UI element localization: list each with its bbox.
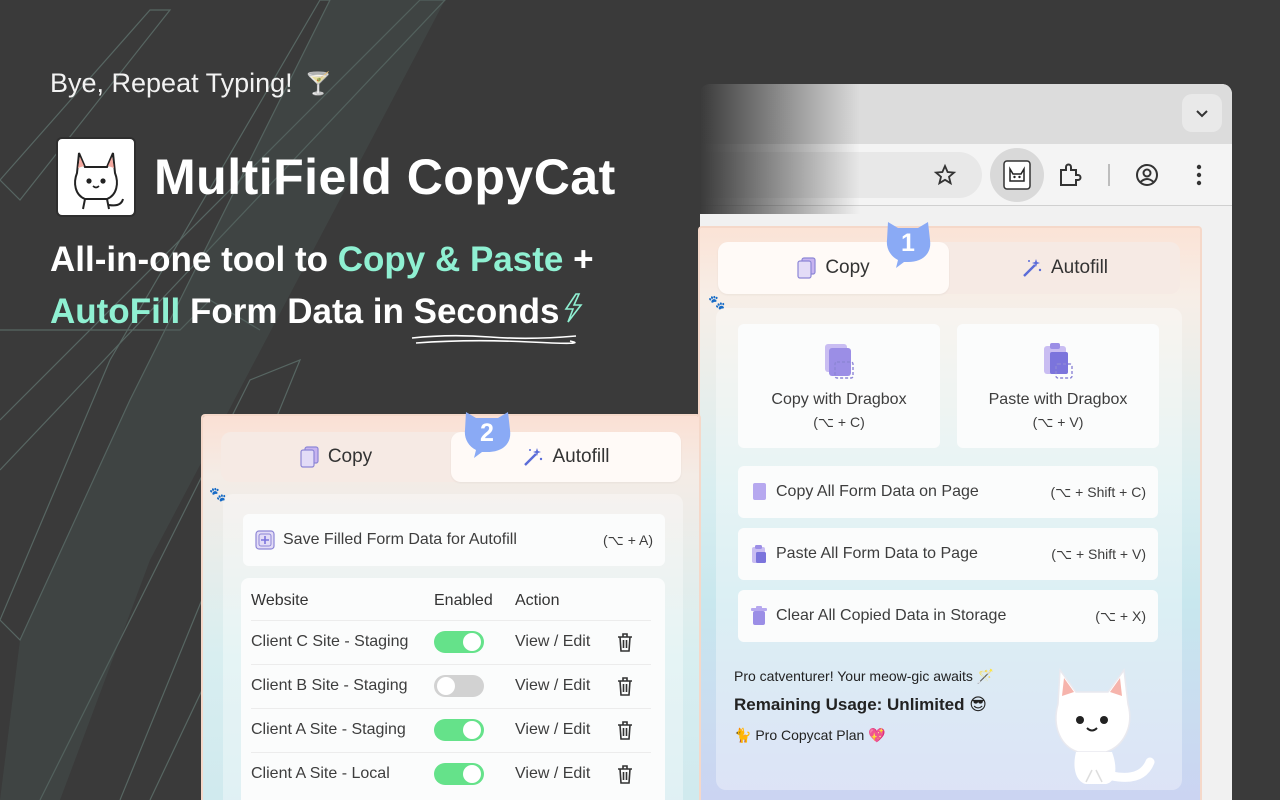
- lightning-icon: [562, 286, 584, 338]
- table-row: Client B Site - Staging View / Edit: [251, 664, 651, 707]
- trash-icon[interactable]: [615, 631, 635, 658]
- kebab-menu-icon[interactable]: [1180, 156, 1218, 194]
- tab-copy-label: Copy: [327, 446, 373, 467]
- table-row: Client A Site - Staging View / Edit: [251, 708, 651, 751]
- clear-storage-shortcut: (⌥ + X): [1095, 607, 1146, 624]
- headline-l2-accent: AutoFill: [50, 292, 181, 331]
- account-icon[interactable]: [1128, 156, 1166, 194]
- autofill-sites-table: Website Enabled Action Client C Site - S…: [241, 578, 665, 800]
- plus-square-icon: [255, 530, 275, 550]
- paste-all-label: Paste All Form Data to Page: [776, 545, 978, 562]
- save-form-data-shortcut: (⌥ + A): [603, 531, 653, 548]
- tab-autofill-label: Autofill: [552, 446, 610, 467]
- enabled-toggle[interactable]: [434, 719, 484, 741]
- copy-all-icon: [753, 483, 766, 500]
- chevron-down-icon[interactable]: [1182, 94, 1222, 132]
- paste-dragbox-button[interactable]: Paste with Dragbox (⌥ + V): [957, 324, 1159, 448]
- paste-all-button[interactable]: Paste All Form Data to Page (⌥ + Shift +…: [738, 528, 1158, 580]
- trash-icon[interactable]: [615, 675, 635, 702]
- copy-popup: Copy Autofill 🐾 Copy with Dragbox (⌥ + C…: [700, 228, 1200, 800]
- copy-all-label: Copy All Form Data on Page: [776, 483, 979, 500]
- tab-autofill-label: Autofill: [1050, 257, 1109, 278]
- table-row: Client C Site - Staging View / Edit: [251, 620, 651, 663]
- copy-dragbox-icon: [821, 342, 857, 387]
- clear-storage-label: Clear All Copied Data in Storage: [776, 607, 1007, 624]
- clear-storage-button[interactable]: Clear All Copied Data in Storage (⌥ + X): [738, 590, 1158, 642]
- tab-autofill[interactable]: Autofill: [949, 242, 1180, 294]
- plan-name: 🐈 Pro Copycat Plan 💖: [734, 727, 886, 743]
- headline-l1-accent: Copy & Paste: [337, 240, 564, 279]
- tab-copy[interactable]: Copy: [221, 432, 451, 482]
- paste-dragbox-shortcut: (⌥ + V): [1032, 414, 1084, 430]
- row-website: Client A Site - Local: [251, 765, 390, 782]
- magic-wand-icon: [524, 448, 543, 466]
- headline: All-in-one tool to Copy & Paste + AutoFi…: [50, 234, 594, 345]
- headline-l1-c: +: [563, 240, 594, 279]
- popup1-tabs: Copy Autofill: [718, 242, 1180, 294]
- copy-icon: [300, 446, 319, 468]
- trash-icon: [751, 606, 767, 625]
- save-form-data-label: Save Filled Form Data for Autofill: [283, 531, 517, 548]
- tab-copy-label: Copy: [825, 257, 870, 278]
- copy-dragbox-label: Copy with Dragbox: [771, 391, 907, 408]
- headline-l1-a: All-in-one tool to: [50, 240, 338, 279]
- tagline-text: Bye, Repeat Typing!: [50, 68, 293, 98]
- table-header: Website Enabled Action: [251, 592, 651, 612]
- brand: MultiField CopyCat: [56, 137, 616, 217]
- scribble-underline-icon: [411, 334, 576, 345]
- row-website: Client A Site - Staging: [251, 721, 406, 738]
- header-enabled: Enabled: [434, 592, 493, 609]
- enabled-toggle[interactable]: [434, 763, 484, 785]
- toolbar-separator: [1108, 164, 1110, 186]
- header-website: Website: [251, 592, 309, 609]
- step-badge-2-number: 2: [480, 418, 494, 447]
- tagline: Bye, Repeat Typing! 🍸: [50, 68, 332, 99]
- extension-cat-icon[interactable]: [990, 148, 1044, 202]
- save-form-data-button[interactable]: Save Filled Form Data for Autofill (⌥ + …: [243, 514, 665, 566]
- popup2-tabs: Copy Autofill: [221, 432, 681, 482]
- copy-dragbox-button[interactable]: Copy with Dragbox (⌥ + C): [738, 324, 940, 448]
- view-edit-link[interactable]: View / Edit: [515, 721, 590, 739]
- enabled-toggle[interactable]: [434, 631, 484, 653]
- paste-all-icon: [752, 545, 766, 563]
- step-badge-2: 2: [458, 404, 516, 460]
- step-badge-1: 1: [880, 214, 936, 270]
- promo-message: Pro catventurer! Your meow-gic awaits 🪄: [734, 668, 995, 684]
- step-badge-1-number: 1: [901, 228, 915, 257]
- magic-wand-icon: [1023, 259, 1042, 277]
- puzzle-icon[interactable]: [1050, 156, 1088, 194]
- paste-dragbox-label: Paste with Dragbox: [988, 391, 1128, 408]
- copy-icon: [797, 257, 816, 279]
- remaining-usage: Remaining Usage: Unlimited 😎: [734, 695, 987, 714]
- copy-all-shortcut: (⌥ + Shift + C): [1050, 483, 1147, 500]
- enabled-toggle[interactable]: [434, 675, 484, 697]
- autofill-popup: Copy Autofill 🐾 Save Filled Form Data fo…: [203, 416, 699, 800]
- copy-all-button[interactable]: Copy All Form Data on Page (⌥ + Shift + …: [738, 466, 1158, 518]
- view-edit-link[interactable]: View / Edit: [515, 765, 590, 783]
- table-row: Client A Site - Local View / Edit: [251, 752, 651, 795]
- headline-l2-underlined: Seconds: [413, 292, 560, 331]
- cheers-emoji: 🍸: [304, 70, 333, 96]
- cat-logo-icon: [56, 137, 136, 217]
- brand-name: MultiField CopyCat: [154, 149, 616, 205]
- cat-mascot-icon: [1055, 667, 1155, 784]
- trash-icon[interactable]: [615, 719, 635, 746]
- headline-l2-b: Form Data in: [180, 292, 414, 331]
- row-website: Client C Site - Staging: [251, 633, 409, 650]
- trash-icon[interactable]: [615, 763, 635, 790]
- paste-all-shortcut: (⌥ + Shift + V): [1051, 545, 1146, 562]
- view-edit-link[interactable]: View / Edit: [515, 633, 590, 651]
- row-website: Client B Site - Staging: [251, 677, 408, 694]
- view-edit-link[interactable]: View / Edit: [515, 677, 590, 695]
- star-icon[interactable]: [926, 156, 964, 194]
- header-action: Action: [515, 592, 560, 609]
- browser-fade: [700, 84, 860, 214]
- paste-dragbox-icon: [1040, 342, 1076, 387]
- plan-info: Pro catventurer! Your meow-gic awaits 🪄 …: [734, 668, 994, 744]
- copy-dragbox-shortcut: (⌥ + C): [813, 414, 865, 430]
